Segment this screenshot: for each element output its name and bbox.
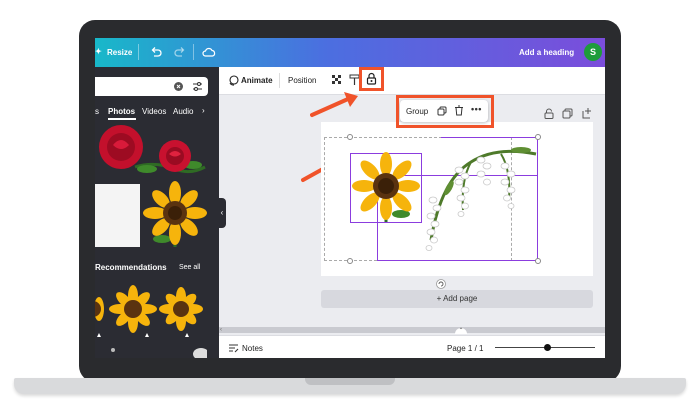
tabs-next-icon[interactable]: ›	[202, 106, 205, 115]
context-toolbar: Animate Position	[219, 67, 605, 95]
undo-icon[interactable]	[150, 46, 162, 58]
partial-photo[interactable]	[191, 344, 207, 358]
clear-icon[interactable]	[174, 82, 183, 91]
page-lock-icon[interactable]	[544, 108, 554, 119]
bottom-bar: Notes Page 1 / 1	[219, 335, 605, 358]
cloud-save-icon[interactable]	[202, 46, 216, 58]
resize-handle[interactable]	[347, 134, 353, 140]
white-photo-card[interactable]	[95, 184, 140, 247]
search-input[interactable]	[95, 77, 208, 96]
position-button[interactable]: Position	[288, 76, 316, 85]
top-bar: ✦ Resize Add a heading S	[95, 38, 605, 67]
active-tab-indicator	[108, 118, 136, 120]
notes-button[interactable]: Notes	[242, 344, 263, 353]
zoom-slider-thumb[interactable]	[544, 344, 551, 351]
resize-handle[interactable]	[535, 134, 541, 140]
resize-button[interactable]: Resize	[107, 48, 132, 57]
add-heading-title[interactable]: Add a heading	[519, 48, 574, 57]
tab-videos[interactable]: Videos	[142, 107, 166, 116]
side-panel: s Photos Videos Audio › Recommendations …	[95, 67, 219, 358]
notes-icon	[229, 344, 239, 353]
avatar[interactable]: S	[584, 43, 602, 61]
lock-icon[interactable]	[366, 72, 377, 85]
add-page-icon[interactable]	[582, 107, 593, 119]
expand-pages-icon[interactable]: ⌃	[455, 328, 467, 334]
horizontal-scrollbar[interactable]	[219, 327, 605, 333]
tab-photos[interactable]: Photos	[108, 107, 135, 116]
see-all-link[interactable]: See all	[179, 264, 200, 271]
page-indicator[interactable]: Page 1 / 1	[447, 344, 483, 353]
redo-icon[interactable]	[174, 46, 186, 58]
roses-photo[interactable]	[95, 123, 208, 181]
laptop-notch	[305, 378, 395, 385]
recommendations-heading: Recommendations	[95, 263, 167, 272]
design-canvas[interactable]	[321, 122, 593, 276]
dot-icon	[111, 348, 115, 352]
divider	[279, 73, 280, 88]
tab-partial[interactable]: s	[95, 107, 99, 116]
scroll-left-icon[interactable]: ‹	[220, 327, 222, 333]
divider	[193, 44, 194, 60]
divider	[138, 44, 139, 60]
rotate-handle-icon[interactable]	[436, 279, 446, 289]
animate-icon	[229, 75, 239, 86]
duplicate-page-icon[interactable]	[562, 108, 573, 119]
recommended-sunflowers[interactable]	[95, 281, 208, 341]
resize-handle[interactable]	[535, 258, 541, 264]
animate-button[interactable]: Animate	[241, 76, 273, 85]
transparency-icon[interactable]	[332, 75, 342, 85]
canvas-white-flower-branch[interactable]	[401, 140, 541, 260]
collapse-panel-handle[interactable]: ‹	[218, 198, 226, 228]
tab-audio[interactable]: Audio	[173, 107, 195, 116]
sunflower-photo[interactable]	[142, 181, 208, 247]
resize-handle[interactable]	[347, 258, 353, 264]
arrow-annotation-lock	[310, 92, 358, 117]
app-screen: ✦ Resize Add a heading S s Photos Videos…	[95, 38, 605, 358]
add-page-button[interactable]: + Add page	[321, 290, 593, 308]
filter-icon[interactable]	[192, 81, 203, 92]
sparkle-icon: ✦	[95, 47, 102, 56]
group-highlight-box	[396, 95, 494, 128]
